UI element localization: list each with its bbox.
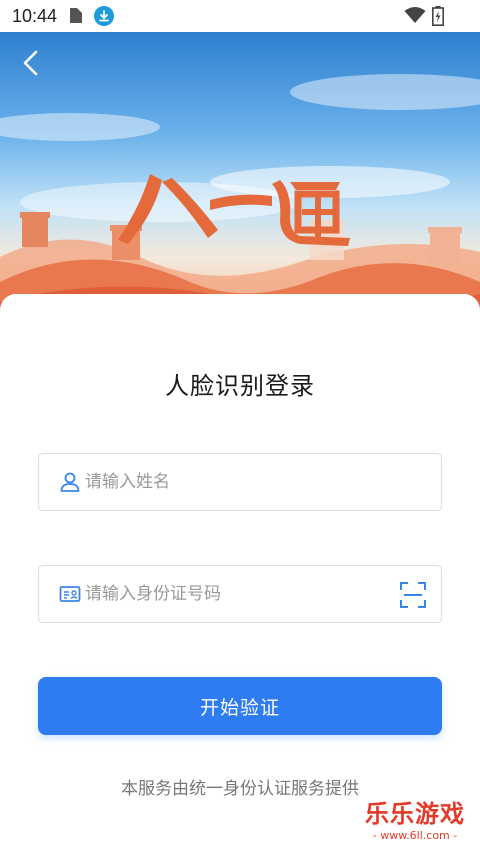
start-verify-button[interactable]: 开始验证 <box>38 677 442 735</box>
watermark-title: 乐乐游戏 <box>365 800 465 828</box>
id-number-input[interactable] <box>85 576 385 612</box>
chevron-left-icon <box>23 50 38 76</box>
page-title: 人脸识别登录 <box>165 372 315 400</box>
service-provider-note: 本服务由统一身份认证服务提供 <box>121 779 359 799</box>
scan-icon[interactable] <box>399 581 427 609</box>
id-card-icon <box>59 586 81 602</box>
status-bar: 10:44 <box>0 0 480 32</box>
login-card: 人脸识别登录 开始验证 本服务由统一身份认证服务提供 <box>0 294 480 853</box>
battery-icon <box>432 6 444 30</box>
name-input[interactable] <box>85 464 385 500</box>
name-field[interactable] <box>38 453 442 511</box>
banner-illustration <box>0 74 480 322</box>
watermark-url: - www.6ll.com - <box>372 829 458 842</box>
file-icon <box>70 8 82 23</box>
back-button[interactable] <box>14 48 48 78</box>
user-icon <box>60 472 80 492</box>
wifi-icon <box>404 6 426 28</box>
status-time: 10:44 <box>12 6 58 26</box>
watermark: 乐乐游戏 - www.6ll.com - <box>356 799 474 849</box>
id-number-field[interactable] <box>38 565 442 623</box>
download-icon <box>94 6 114 26</box>
header-banner <box>0 32 480 322</box>
